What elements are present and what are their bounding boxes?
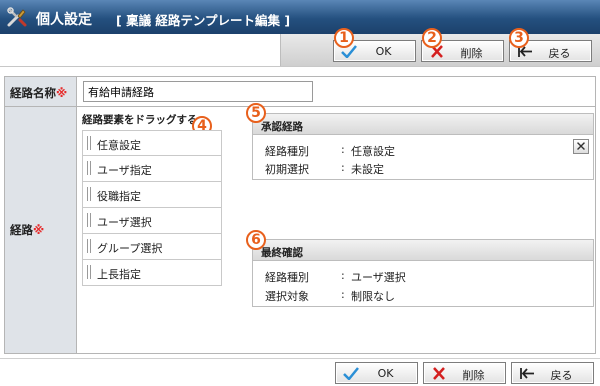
callout-badge-1: 1 [334, 28, 354, 48]
remove-step-button[interactable] [573, 139, 589, 154]
required-mark: ※ [33, 223, 45, 237]
drag-handle-icon [87, 136, 91, 150]
delete-button-bottom[interactable]: 削除 [423, 362, 506, 384]
approval-route-body: 経路種別 : 任意設定 初期選択 : 未設定 [252, 135, 594, 180]
drag-handle-icon [87, 213, 91, 227]
approval-route-panel: 承認経路 経路種別 : 任意設定 初期選択 : 未設定 [252, 113, 594, 180]
drag-handle-icon [87, 265, 91, 279]
callout-badge-6: 6 [246, 230, 266, 250]
final-confirmation-title: 最終確認 [252, 239, 594, 261]
palette-item-supervisor[interactable]: 上長指定 [82, 260, 222, 286]
route-label: 経路※ [5, 107, 77, 353]
palette-item-user-select[interactable]: ユーザ選択 [82, 208, 222, 234]
title-bar: 個人設定 [ 稟議 経路テンプレート編集 ] [0, 0, 600, 34]
back-button-bottom[interactable]: 戻る [511, 362, 594, 384]
palette-item-user-specify[interactable]: ユーザ指定 [82, 156, 222, 182]
callout-badge-2: 2 [422, 28, 442, 48]
ok-button-label: OK [377, 367, 394, 380]
drag-handle-icon [87, 161, 91, 175]
palette-title: 経路要素をドラッグする [82, 114, 198, 126]
palette-item-position[interactable]: 役職指定 [82, 182, 222, 208]
palette-item-arbitrary[interactable]: 任意設定 [82, 130, 222, 156]
approval-route-title: 承認経路 [252, 113, 594, 135]
route-name-input[interactable] [83, 81, 313, 102]
route-element-palette: 任意設定 ユーザ指定 役職指定 ユーザ選択 グループ選択 上長指定 [82, 130, 222, 286]
callout-badge-3: 3 [509, 28, 529, 48]
tools-icon [7, 7, 27, 27]
delete-button-label: 削除 [462, 369, 485, 382]
final-confirmation-panel: 最終確認 経路種別 : ユーザ選択 選択対象 : 制限なし [252, 239, 594, 307]
drag-handle-icon [87, 187, 91, 201]
required-mark: ※ [56, 86, 68, 100]
page-subtitle: [ 稟議 経路テンプレート編集 ] [116, 13, 291, 28]
close-icon [577, 142, 585, 151]
palette-item-group-select[interactable]: グループ選択 [82, 234, 222, 260]
page-title: 個人設定 [36, 12, 92, 28]
route-name-label: 経路名称※ [5, 77, 77, 107]
drag-handle-icon [87, 239, 91, 253]
ok-button-bottom[interactable]: OK [335, 362, 418, 384]
final-confirmation-body: 経路種別 : ユーザ選択 選択対象 : 制限なし [252, 261, 594, 307]
back-button-label: 戻る [550, 369, 573, 382]
callout-badge-5: 5 [246, 103, 266, 123]
